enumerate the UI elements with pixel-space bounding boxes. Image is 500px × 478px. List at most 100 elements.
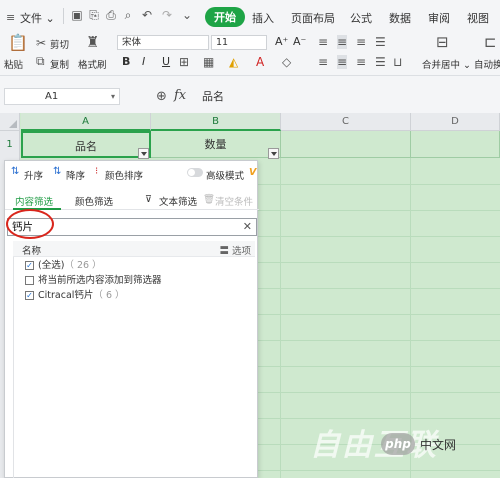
undo-icon[interactable]: ↶: [140, 8, 154, 22]
cut-button[interactable]: 剪切: [50, 37, 69, 51]
close-icon[interactable]: ✕: [243, 219, 252, 235]
row-header-1[interactable]: 1: [0, 131, 20, 158]
shrink-font-button[interactable]: A⁻: [293, 35, 306, 48]
copy-icon: ⧉: [36, 54, 45, 68]
italic-button[interactable]: I: [142, 55, 145, 68]
grid-line: [258, 314, 500, 315]
font-color-icon[interactable]: A: [256, 55, 264, 69]
chevron-down-icon[interactable]: ▾: [111, 89, 115, 104]
print-preview-icon[interactable]: ⌕: [121, 8, 135, 22]
cell-c1[interactable]: [281, 131, 411, 158]
watermark-site-name: 中文网: [420, 438, 457, 452]
sort-descending-button[interactable]: 降序: [66, 168, 85, 182]
tab-review[interactable]: 审阅: [428, 10, 450, 26]
list-options-button[interactable]: 〓 选项: [219, 243, 251, 257]
tab-page-layout[interactable]: 页面布局: [291, 10, 335, 26]
zoom-search-icon[interactable]: ⊕: [156, 89, 167, 104]
auto-wrap-button[interactable]: 自动换: [474, 57, 500, 71]
font-size-select[interactable]: 11: [211, 35, 267, 50]
menu-icon[interactable]: ≡: [6, 11, 15, 24]
tab-insert[interactable]: 插入: [252, 10, 274, 26]
ribbon: 📋 粘贴 ✂ 剪切 ⧉ 复制 ♜ 格式刷 宋体 11 A⁺ A⁻ B I U ⊞…: [0, 33, 500, 76]
align-top-icon[interactable]: ≡: [318, 35, 328, 49]
tab-formulas[interactable]: 公式: [350, 10, 372, 26]
list-item-label: 将当前所选内容添加到筛选器: [38, 275, 162, 286]
export-icon[interactable]: ⎘: [87, 8, 101, 22]
filter-dropdown-b[interactable]: [268, 148, 279, 159]
trash-icon: 🗑: [203, 194, 216, 205]
clear-condition-button[interactable]: 清空条件: [215, 194, 253, 208]
copy-button[interactable]: 复制: [50, 57, 69, 71]
checkbox-checked[interactable]: ✓: [25, 261, 34, 270]
insert-function-button[interactable]: fx: [174, 88, 186, 103]
sort-ascending-icon: ⇅: [11, 166, 20, 177]
watermark-php-badge: php: [381, 433, 415, 455]
indent-icon[interactable]: ☰: [375, 35, 386, 49]
column-header-d[interactable]: D: [411, 113, 500, 131]
column-header-a[interactable]: A: [21, 113, 151, 131]
grid-line: [280, 158, 281, 478]
format-painter-button[interactable]: 格式刷: [78, 57, 107, 71]
cell-d1[interactable]: [411, 131, 500, 158]
color-sort-icon: ⁝: [95, 166, 99, 177]
fill-color-icon[interactable]: ◭: [229, 55, 238, 69]
distributed-icon[interactable]: ⊔: [393, 55, 402, 69]
column-header-b[interactable]: B: [151, 113, 281, 131]
filter-dropdown-a[interactable]: [138, 148, 149, 159]
font-name-select[interactable]: 宋体: [117, 35, 209, 50]
align-right-icon[interactable]: ≡: [356, 55, 366, 69]
fill-pattern-icon[interactable]: ▦: [203, 55, 214, 69]
border-icon[interactable]: ⊞: [179, 55, 189, 69]
list-header-name: 名称: [22, 246, 42, 257]
grow-font-button[interactable]: A⁺: [275, 35, 288, 48]
clear-format-icon[interactable]: ◇: [282, 55, 291, 69]
file-menu[interactable]: 文件 ⌄: [20, 10, 55, 26]
text-filter-button[interactable]: 文本筛选: [159, 194, 197, 208]
list-item-label: Citracal钙片: [38, 290, 94, 301]
paste-button[interactable]: 粘贴: [4, 57, 23, 71]
align-left-icon[interactable]: ≡: [318, 55, 328, 69]
paste-icon[interactable]: 📋: [8, 35, 28, 51]
align-bottom-icon[interactable]: ≡: [356, 35, 366, 49]
checkbox-unchecked[interactable]: [25, 276, 34, 285]
align-center-icon[interactable]: ≡: [337, 55, 348, 69]
font-size-value: 11: [216, 37, 229, 48]
redo-icon[interactable]: ↷: [160, 8, 174, 22]
auto-wrap-icon[interactable]: ⊏: [484, 35, 497, 50]
cell-reference: A1: [45, 91, 59, 102]
grid-line: [258, 288, 500, 289]
print-icon[interactable]: ⎙: [104, 8, 118, 22]
cell-b1[interactable]: 数量: [151, 131, 281, 158]
tab-data[interactable]: 数据: [389, 10, 411, 26]
save-icon[interactable]: ▣: [70, 8, 84, 22]
align-middle-icon[interactable]: ≡: [337, 35, 348, 49]
tab-home[interactable]: 开始: [205, 7, 245, 27]
cell-a1[interactable]: 品名: [21, 131, 151, 158]
tab-color-filter[interactable]: 颜色筛选: [75, 194, 113, 208]
watermark-logo: 自由互联: [310, 428, 438, 463]
merge-center-button[interactable]: 合并居中 ⌄: [422, 57, 471, 71]
column-header-c[interactable]: C: [281, 113, 411, 131]
merge-center-icon[interactable]: ⊟: [436, 35, 449, 50]
select-all-corner[interactable]: [0, 113, 20, 131]
justify-icon[interactable]: ☰: [375, 55, 386, 69]
bold-button[interactable]: B: [122, 55, 130, 68]
tab-content-filter[interactable]: 内容筛选: [15, 194, 53, 208]
formula-input[interactable]: 品名: [196, 89, 500, 105]
grid-line: [258, 392, 500, 393]
tab-view[interactable]: 视图: [467, 10, 489, 26]
customize-arrow-icon[interactable]: ⌄: [180, 8, 194, 22]
color-sort-button[interactable]: 颜色排序: [105, 168, 143, 182]
grid-line: [258, 366, 500, 367]
grid-line: [258, 470, 500, 471]
grid-line: [258, 340, 500, 341]
menu-bar: ≡ 文件 ⌄ ▣ ⎘ ⎙ ⌕ ↶ ↷ ⌄ 开始 插入 页面布局 公式 数据 审阅…: [0, 0, 500, 33]
checkbox-checked[interactable]: ✓: [25, 291, 34, 300]
sort-ascending-button[interactable]: 升序: [24, 168, 43, 182]
advanced-mode-toggle[interactable]: [187, 168, 203, 177]
format-painter-icon[interactable]: ♜: [86, 35, 99, 50]
underline-button[interactable]: U: [162, 55, 170, 68]
filter-popup: ⇅ 升序 ⇅ 降序 ⁝ 颜色排序 高级模式 V 内容筛选 颜色筛选 ⊽ 文本筛选…: [4, 160, 259, 478]
name-box[interactable]: A1 ▾: [4, 88, 120, 105]
grid-line: [258, 210, 500, 211]
